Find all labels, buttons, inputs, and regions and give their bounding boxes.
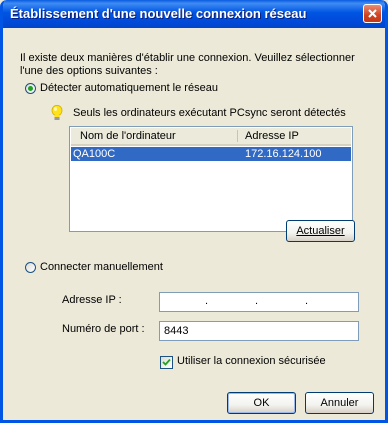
manual-connect-label[interactable]: Connecter manuellement: [40, 261, 163, 273]
computer-list[interactable]: Nom de l'ordinateur Adresse IP QA100C 17…: [69, 126, 353, 232]
auto-detect-label[interactable]: Détecter automatiquement le réseau: [40, 82, 218, 94]
list-row-selected[interactable]: QA100C 172.16.124.100: [71, 147, 351, 161]
dialog-body: Il existe deux manières d'établir une co…: [3, 28, 385, 420]
list-header: Nom de l'ordinateur Adresse IP: [71, 128, 351, 146]
ip-address-label: Adresse IP :: [62, 294, 122, 306]
close-icon: [368, 9, 377, 18]
ok-button-label: OK: [253, 397, 270, 409]
ok-button[interactable]: OK: [227, 392, 296, 414]
port-field[interactable]: 8443: [159, 321, 359, 341]
close-button[interactable]: [363, 4, 382, 23]
column-separator[interactable]: [237, 130, 238, 142]
connection-dialog: Établissement d'une nouvelle connexion r…: [0, 0, 388, 423]
intro-text: Il existe deux manières d'établir une co…: [20, 52, 355, 77]
port-value: 8443: [164, 325, 189, 337]
column-computer-name[interactable]: Nom de l'ordinateur: [80, 130, 176, 142]
port-label: Numéro de port :: [62, 323, 145, 335]
title-bar[interactable]: Établissement d'une nouvelle connexion r…: [3, 0, 385, 28]
detection-hint: Seuls les ordinateurs exécutant PCsync s…: [73, 107, 346, 119]
refresh-button[interactable]: Actualiser: [286, 220, 355, 242]
cancel-button-label: Annuler: [320, 397, 359, 409]
radio-selected-dot: [28, 86, 33, 91]
checkmark-icon: [162, 358, 171, 366]
manual-connect-radio[interactable]: [25, 262, 36, 273]
cancel-button[interactable]: Annuler: [305, 392, 374, 414]
row-ip-address: 172.16.124.100: [245, 148, 322, 160]
lightbulb-icon: [51, 105, 63, 120]
auto-detect-radio[interactable]: [25, 83, 36, 94]
column-ip-address[interactable]: Adresse IP: [245, 130, 299, 142]
secure-connection-checkbox[interactable]: [160, 356, 173, 369]
dialog-title: Établissement d'une nouvelle connexion r…: [10, 6, 307, 21]
ip-address-field[interactable]: . . .: [159, 292, 359, 312]
row-computer-name: QA100C: [73, 148, 116, 160]
refresh-button-label: Actualiser: [296, 225, 345, 237]
secure-connection-label[interactable]: Utiliser la connexion sécurisée: [177, 355, 326, 367]
